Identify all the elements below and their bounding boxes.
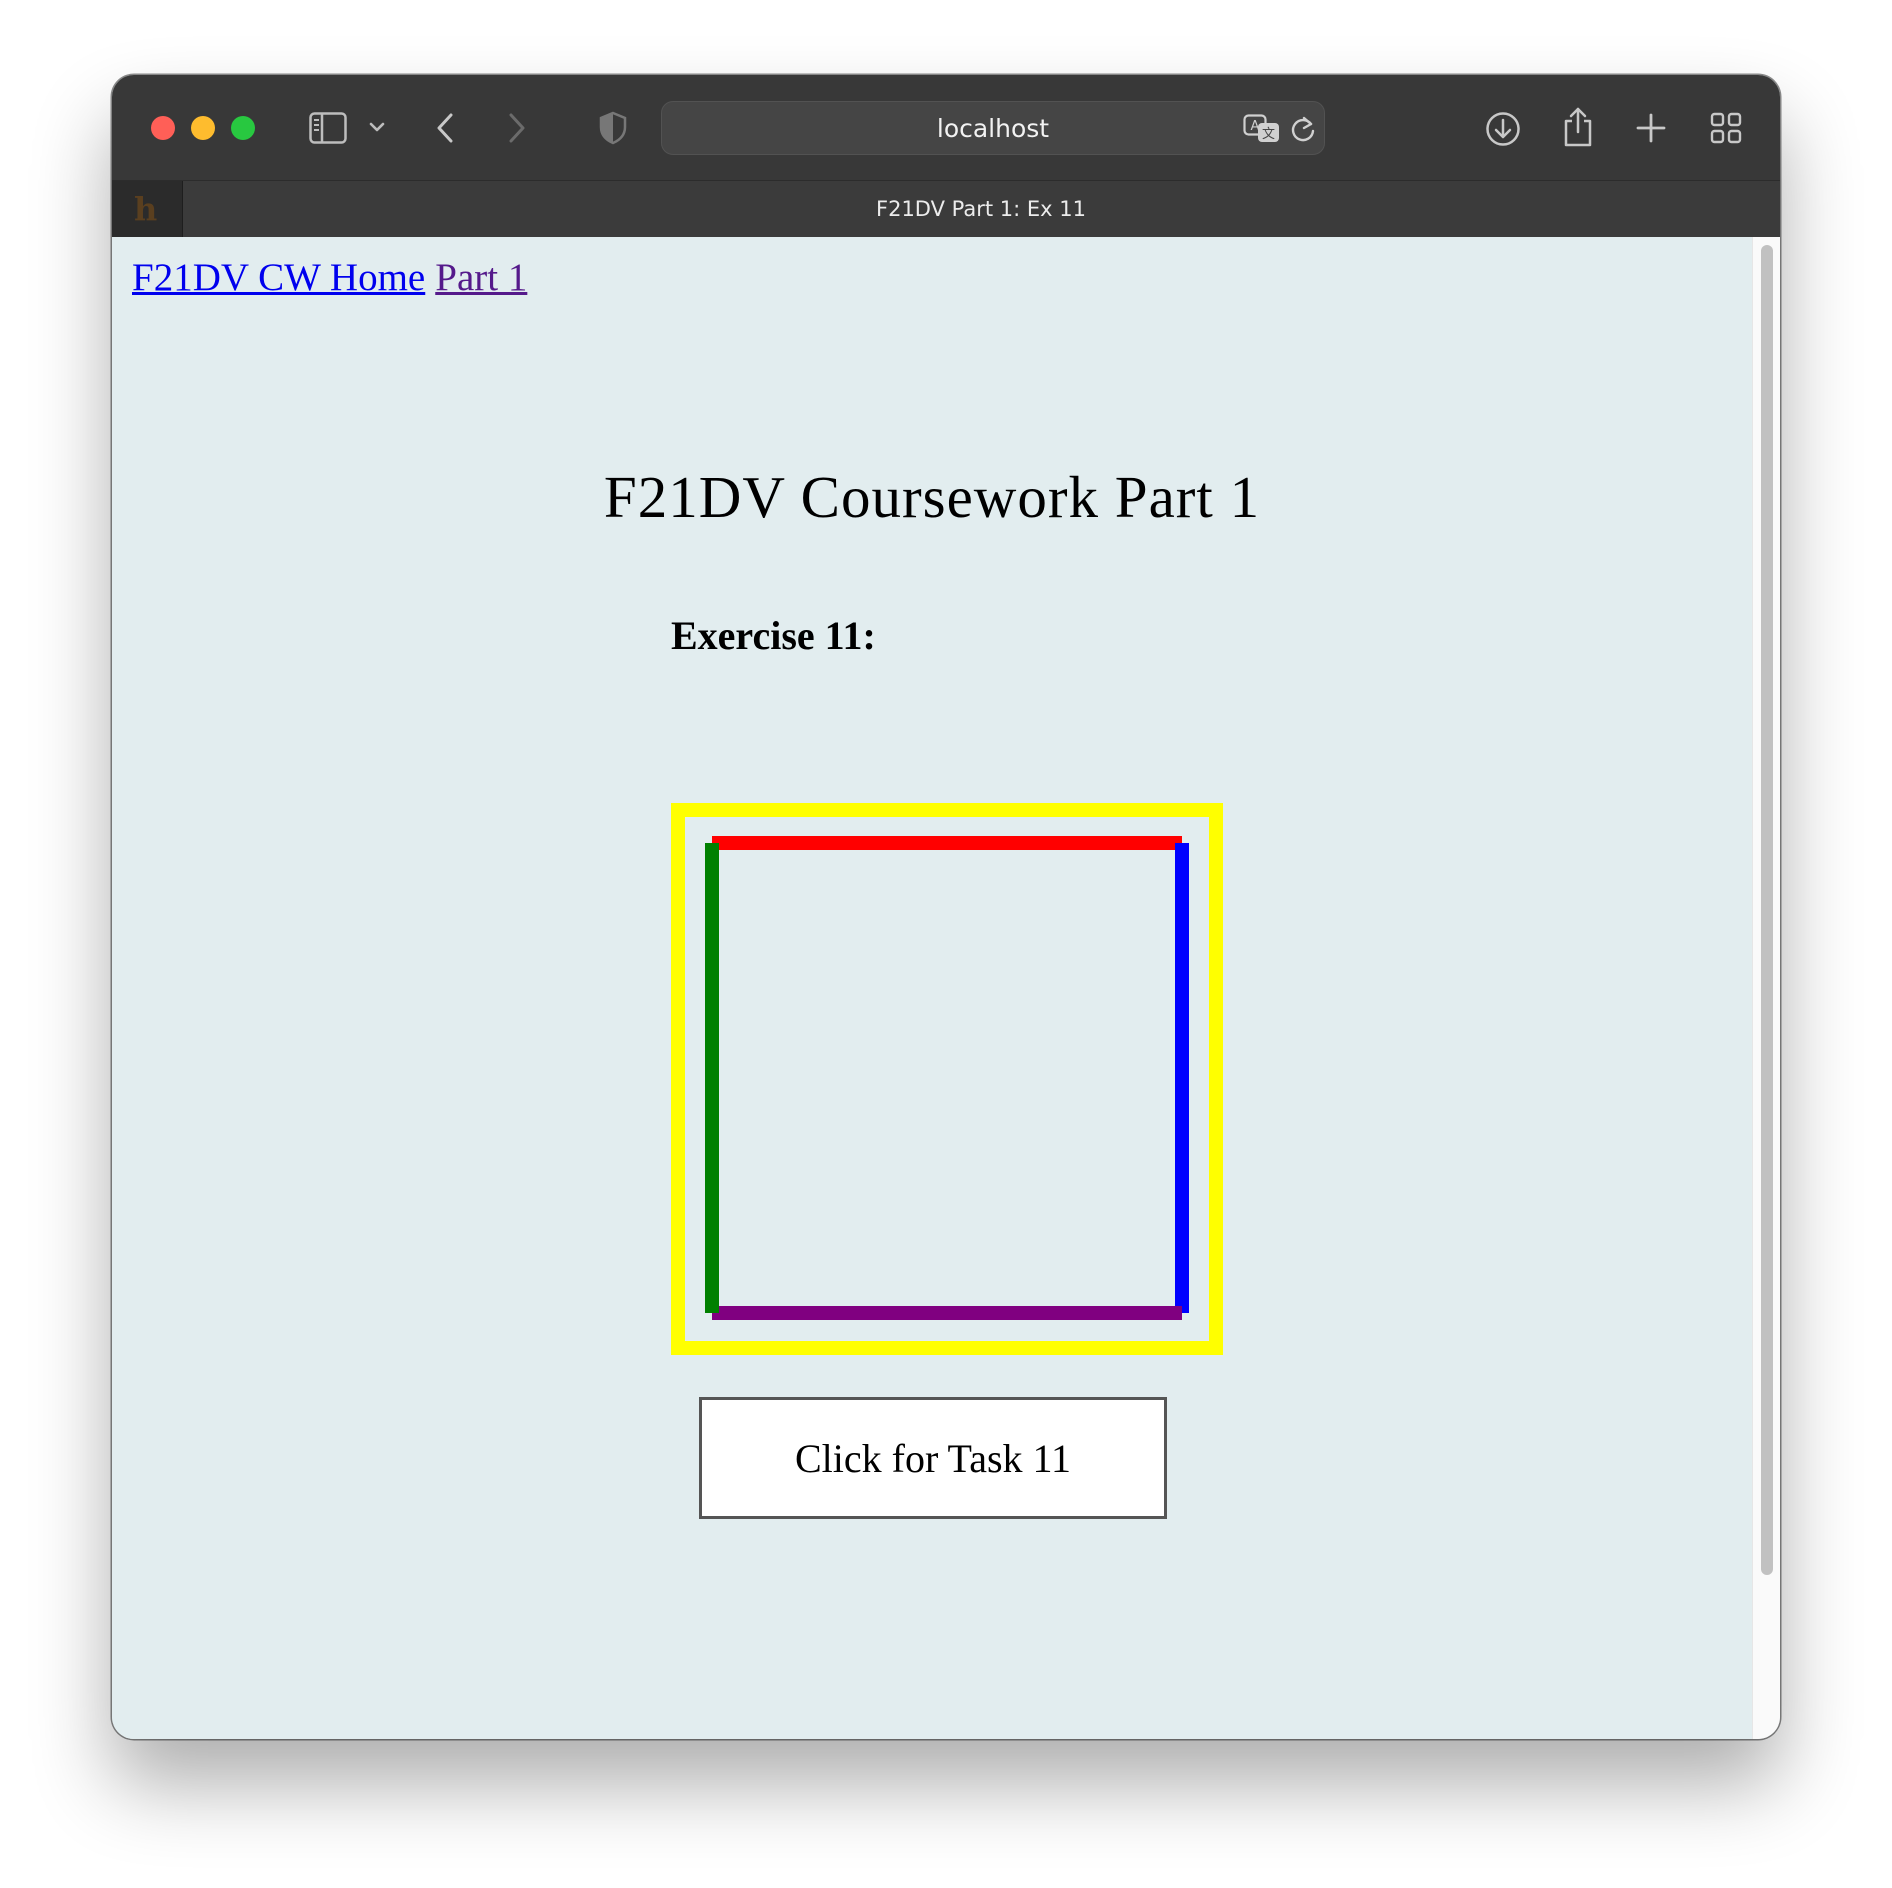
address-bar[interactable]: localhost A 文 (661, 101, 1325, 155)
top-nav: F21DV CW Home Part 1 (132, 255, 527, 301)
tab-overview-icon[interactable] (1709, 111, 1743, 145)
favicon-icon: h (134, 190, 158, 228)
outer-yellow-square (671, 803, 1223, 1355)
pinned-tab[interactable]: h (112, 181, 183, 238)
vertical-scrollbar[interactable] (1752, 237, 1780, 1739)
scrollbar-thumb[interactable] (1761, 245, 1773, 1575)
share-icon[interactable] (1560, 105, 1596, 149)
part-1-link[interactable]: Part 1 (435, 256, 527, 299)
svg-text:文: 文 (1262, 127, 1275, 142)
exercise-heading: Exercise 11: (671, 613, 876, 658)
task-11-button[interactable]: Click for Task 11 (699, 1397, 1167, 1519)
browser-window: localhost A 文 h F21DV Part 1: Ex 11 F21D… (112, 75, 1780, 1739)
home-link[interactable]: F21DV CW Home (132, 256, 425, 299)
exercise-shape (671, 803, 1223, 1355)
new-tab-icon[interactable] (1634, 111, 1668, 145)
download-icon[interactable] (1484, 110, 1522, 148)
translate-icon[interactable]: A 文 (1242, 113, 1282, 145)
window-minimize-button[interactable] (191, 116, 215, 140)
browser-toolbar: localhost A 文 (112, 75, 1780, 180)
active-tab-title[interactable]: F21DV Part 1: Ex 11 (182, 197, 1780, 221)
page-content: F21DV CW Home Part 1 F21DV Coursework Par… (112, 237, 1752, 1739)
shield-icon[interactable] (598, 110, 628, 146)
window-zoom-button[interactable] (231, 116, 255, 140)
page-title: F21DV Coursework Part 1 (603, 464, 1261, 530)
window-close-button[interactable] (151, 116, 175, 140)
chevron-down-icon[interactable] (367, 117, 387, 137)
sidebar-icon[interactable] (308, 111, 348, 145)
tab-bar: h F21DV Part 1: Ex 11 (112, 180, 1780, 238)
forward-icon[interactable] (504, 111, 530, 145)
reload-icon[interactable] (1289, 114, 1317, 144)
address-url: localhost (936, 114, 1050, 143)
back-icon[interactable] (432, 111, 458, 145)
